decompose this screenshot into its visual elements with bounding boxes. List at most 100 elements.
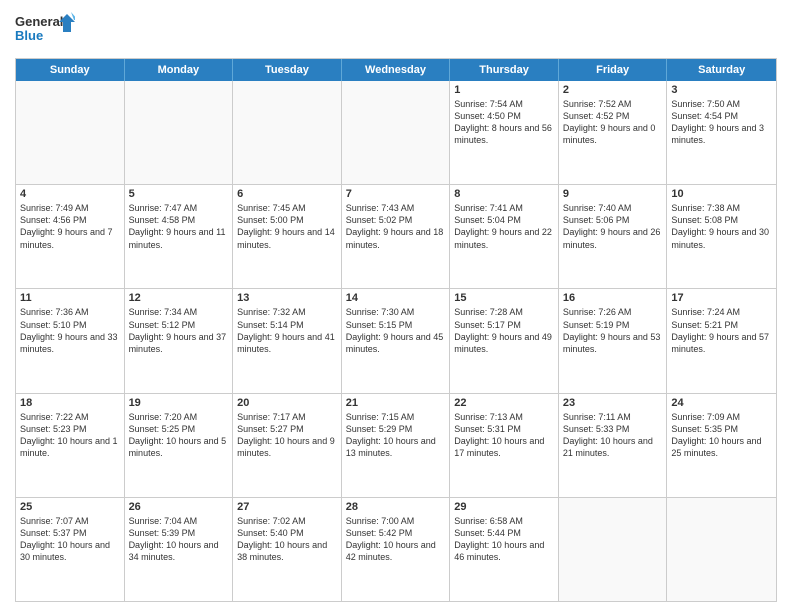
day-number: 17 [671,292,772,304]
calendar-cell [125,81,234,184]
day-number: 26 [129,501,229,513]
calendar-cell: 17Sunrise: 7:24 AM Sunset: 5:21 PM Dayli… [667,289,776,392]
day-number: 11 [20,292,120,304]
day-info: Sunrise: 7:47 AM Sunset: 4:58 PM Dayligh… [129,202,229,251]
calendar-cell: 9 Sunrise: 7:40 AM Sunset: 5:06 PM Daylig… [559,185,668,288]
day-of-week-header: Thursday [450,59,559,81]
svg-text:Blue: Blue [15,28,43,43]
calendar-cell: 16 Sunrise: 7:26 AM Sunset: 5:19 PM Dayli… [559,289,668,392]
day-number: 2 [563,84,663,96]
day-info: Sunrise: 7:49 AM Sunset: 4:56 PM Dayligh… [20,202,120,251]
day-info: Sunrise: 7:00 AM Sunset: 5:42 PM Dayligh… [346,515,446,564]
calendar-cell [233,81,342,184]
day-info: Sunrise: 7:32 AM Sunset: 5:14 PM Dayligh… [237,306,337,355]
header: General Blue [15,10,777,50]
day-info: Sunrise: 7:40 AM Sunset: 5:06 PM Dayligh… [563,202,663,251]
calendar-cell: 13 Sunrise: 7:32 AM Sunset: 5:14 PM Dayli… [233,289,342,392]
day-number: 22 [454,397,554,409]
calendar-cell: 21Sunrise: 7:15 AM Sunset: 5:29 PM Dayli… [342,394,451,497]
calendar-cell: 22 Sunrise: 7:13 AM Sunset: 5:31 PM Dayli… [450,394,559,497]
calendar-cell: 19 Sunrise: 7:20 AM Sunset: 5:25 PM Dayli… [125,394,234,497]
day-number: 27 [237,501,337,513]
calendar-body: 1 Sunrise: 7:54 AM Sunset: 4:50 PM Daylig… [16,81,776,601]
day-number: 23 [563,397,663,409]
day-info: Sunrise: 7:30 AM Sunset: 5:15 PM Dayligh… [346,306,446,355]
calendar-cell: 15Sunrise: 7:28 AM Sunset: 5:17 PM Dayli… [450,289,559,392]
day-number: 16 [563,292,663,304]
calendar-cell [342,81,451,184]
calendar-week: 18Sunrise: 7:22 AM Sunset: 5:23 PM Dayli… [16,394,776,498]
day-of-week-header: Tuesday [233,59,342,81]
day-info: Sunrise: 7:11 AM Sunset: 5:33 PM Dayligh… [563,411,663,460]
calendar-cell: 14 Sunrise: 7:30 AM Sunset: 5:15 PM Dayli… [342,289,451,392]
day-info: Sunrise: 7:02 AM Sunset: 5:40 PM Dayligh… [237,515,337,564]
calendar-cell: 18Sunrise: 7:22 AM Sunset: 5:23 PM Dayli… [16,394,125,497]
svg-text:General: General [15,14,63,29]
calendar-cell: 2 Sunrise: 7:52 AM Sunset: 4:52 PM Daylig… [559,81,668,184]
day-info: Sunrise: 7:52 AM Sunset: 4:52 PM Dayligh… [563,98,663,147]
day-info: Sunrise: 6:58 AM Sunset: 5:44 PM Dayligh… [454,515,554,564]
calendar-week: 11Sunrise: 7:36 AM Sunset: 5:10 PM Dayli… [16,289,776,393]
day-number: 4 [20,188,120,200]
day-number: 5 [129,188,229,200]
calendar-cell: 27 Sunrise: 7:02 AM Sunset: 5:40 PM Dayli… [233,498,342,601]
day-info: Sunrise: 7:13 AM Sunset: 5:31 PM Dayligh… [454,411,554,460]
calendar-cell: 8 Sunrise: 7:41 AM Sunset: 5:04 PM Daylig… [450,185,559,288]
calendar-header-row: SundayMondayTuesdayWednesdayThursdayFrid… [16,59,776,81]
calendar: SundayMondayTuesdayWednesdayThursdayFrid… [15,58,777,602]
day-number: 10 [671,188,772,200]
calendar-week: 1 Sunrise: 7:54 AM Sunset: 4:50 PM Daylig… [16,81,776,185]
calendar-cell [559,498,668,601]
day-number: 13 [237,292,337,304]
day-number: 19 [129,397,229,409]
day-info: Sunrise: 7:20 AM Sunset: 5:25 PM Dayligh… [129,411,229,460]
day-info: Sunrise: 7:04 AM Sunset: 5:39 PM Dayligh… [129,515,229,564]
calendar-cell [667,498,776,601]
calendar-cell: 6 Sunrise: 7:45 AM Sunset: 5:00 PM Daylig… [233,185,342,288]
day-number: 21 [346,397,446,409]
day-number: 18 [20,397,120,409]
day-number: 9 [563,188,663,200]
day-number: 15 [454,292,554,304]
calendar-cell: 7 Sunrise: 7:43 AM Sunset: 5:02 PM Daylig… [342,185,451,288]
calendar-week: 4 Sunrise: 7:49 AM Sunset: 4:56 PM Daylig… [16,185,776,289]
day-info: Sunrise: 7:34 AM Sunset: 5:12 PM Dayligh… [129,306,229,355]
day-number: 28 [346,501,446,513]
day-info: Sunrise: 7:41 AM Sunset: 5:04 PM Dayligh… [454,202,554,251]
calendar-cell: 23 Sunrise: 7:11 AM Sunset: 5:33 PM Dayli… [559,394,668,497]
calendar-cell: 28 Sunrise: 7:00 AM Sunset: 5:42 PM Dayli… [342,498,451,601]
calendar-cell: 25 Sunrise: 7:07 AM Sunset: 5:37 PM Dayli… [16,498,125,601]
day-number: 25 [20,501,120,513]
day-number: 24 [671,397,772,409]
day-number: 14 [346,292,446,304]
day-of-week-header: Wednesday [342,59,451,81]
calendar-cell: 11Sunrise: 7:36 AM Sunset: 5:10 PM Dayli… [16,289,125,392]
calendar-cell [16,81,125,184]
calendar-cell: 29 Sunrise: 6:58 AM Sunset: 5:44 PM Dayli… [450,498,559,601]
day-info: Sunrise: 7:26 AM Sunset: 5:19 PM Dayligh… [563,306,663,355]
day-of-week-header: Monday [125,59,234,81]
calendar-cell: 12 Sunrise: 7:34 AM Sunset: 5:12 PM Dayli… [125,289,234,392]
calendar-week: 25 Sunrise: 7:07 AM Sunset: 5:37 PM Dayli… [16,498,776,601]
day-info: Sunrise: 7:54 AM Sunset: 4:50 PM Dayligh… [454,98,554,147]
day-of-week-header: Friday [559,59,668,81]
day-info: Sunrise: 7:38 AM Sunset: 5:08 PM Dayligh… [671,202,772,251]
day-of-week-header: Sunday [16,59,125,81]
calendar-cell: 4 Sunrise: 7:49 AM Sunset: 4:56 PM Daylig… [16,185,125,288]
day-info: Sunrise: 7:45 AM Sunset: 5:00 PM Dayligh… [237,202,337,251]
calendar-cell: 5 Sunrise: 7:47 AM Sunset: 4:58 PM Daylig… [125,185,234,288]
day-number: 29 [454,501,554,513]
day-number: 1 [454,84,554,96]
day-number: 6 [237,188,337,200]
day-info: Sunrise: 7:07 AM Sunset: 5:37 PM Dayligh… [20,515,120,564]
calendar-cell: 20Sunrise: 7:17 AM Sunset: 5:27 PM Dayli… [233,394,342,497]
day-number: 12 [129,292,229,304]
day-number: 7 [346,188,446,200]
logo-svg: General Blue [15,10,75,50]
logo: General Blue [15,10,75,50]
calendar-cell: 24Sunrise: 7:09 AM Sunset: 5:35 PM Dayli… [667,394,776,497]
calendar-cell: 1 Sunrise: 7:54 AM Sunset: 4:50 PM Daylig… [450,81,559,184]
day-info: Sunrise: 7:43 AM Sunset: 5:02 PM Dayligh… [346,202,446,251]
day-number: 8 [454,188,554,200]
day-info: Sunrise: 7:17 AM Sunset: 5:27 PM Dayligh… [237,411,337,460]
